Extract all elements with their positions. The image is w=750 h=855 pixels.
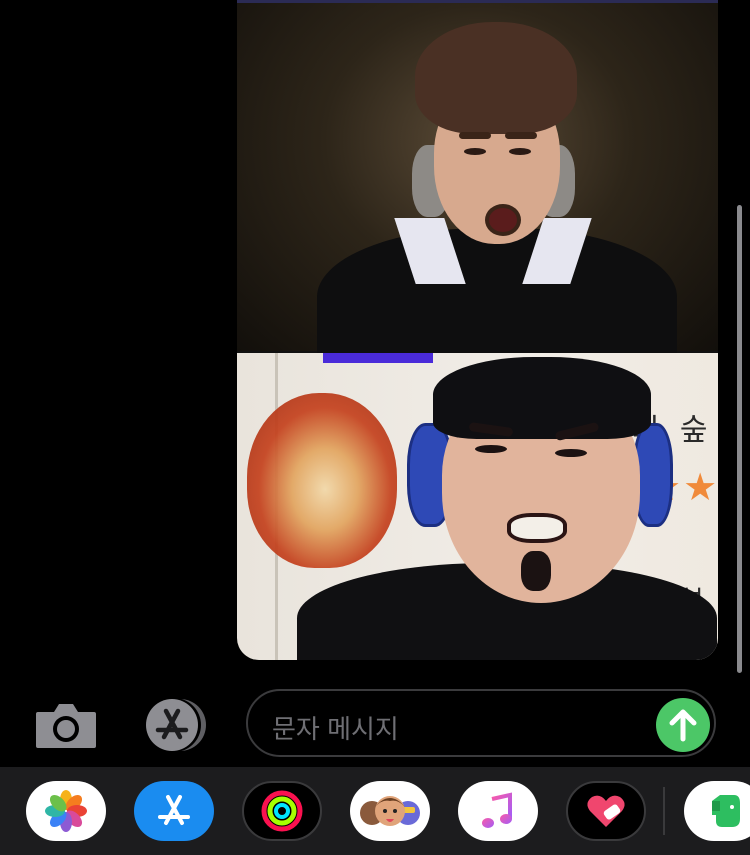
message-input-placeholder: 문자 메시지: [272, 714, 399, 744]
music-app-icon[interactable]: [458, 781, 538, 841]
app-store-icon: [146, 698, 206, 752]
eye: [555, 449, 587, 457]
person-hair: [415, 22, 577, 134]
overlay-bar: [323, 353, 433, 363]
photos-flower-icon: [45, 790, 87, 832]
music-note-icon: [482, 792, 512, 828]
heart-touch-icon: [587, 795, 625, 827]
photos-app-icon[interactable]: [26, 781, 106, 841]
app-store-glyph-icon: [158, 795, 190, 825]
eye: [464, 148, 486, 155]
message-thread[interactable]: 의 숲 ★★ ㅂㅂ: [0, 0, 750, 675]
eye: [509, 148, 531, 155]
fitness-rings-app-icon[interactable]: [242, 781, 322, 841]
video-frame-top: [237, 0, 718, 378]
digital-touch-app-icon[interactable]: [566, 781, 646, 841]
mouth: [507, 513, 567, 543]
eyebrow: [459, 132, 491, 139]
image-message[interactable]: 의 숲 ★★ ㅂㅂ: [237, 0, 718, 660]
scrollbar[interactable]: [737, 205, 742, 673]
mouth: [485, 204, 521, 236]
evernote-app-icon[interactable]: [684, 781, 750, 841]
memoji-app-icon[interactable]: [350, 781, 430, 841]
evernote-elephant-icon: [712, 795, 740, 827]
person-hair: [433, 357, 651, 439]
eye: [475, 445, 507, 453]
imessage-app-drawer[interactable]: [0, 767, 750, 855]
message-input[interactable]: 문자 메시지: [246, 689, 716, 757]
frame-edge: [237, 0, 718, 3]
drawer-divider: [663, 787, 665, 835]
video-frame-bottom: 의 숲 ★★ ㅂㅂ: [237, 353, 718, 660]
camera-button[interactable]: [34, 700, 98, 750]
eyebrow: [505, 132, 537, 139]
arrow-up-icon: [669, 709, 697, 742]
camera-icon: [36, 704, 96, 748]
activity-rings-icon: [261, 790, 303, 832]
app-store-button[interactable]: [140, 697, 212, 753]
memoji-faces-icon: [360, 796, 420, 826]
bell-pepper-overlay: [247, 393, 397, 568]
app-store-app-icon[interactable]: [134, 781, 214, 841]
goatee: [521, 551, 551, 591]
send-button[interactable]: [656, 698, 710, 752]
